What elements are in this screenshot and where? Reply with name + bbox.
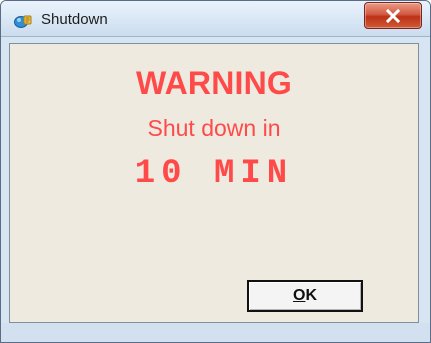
close-icon [385,9,401,23]
warning-heading: WARNING [135,65,293,101]
close-button[interactable] [364,2,422,29]
ok-button-label-rest: K [305,287,317,304]
title-bar[interactable]: Shutdown [1,1,430,37]
window-bottom-frame [1,323,430,342]
shutdown-dialog-window: Shutdown WARNING Shut down in 10 MIN OK [0,0,431,343]
shutdown-app-icon [14,15,32,28]
shutdown-message: Shut down in [147,115,281,141]
ok-button[interactable]: OK [247,280,363,312]
ok-button-mnemonic: O [292,287,306,304]
window-title: Shutdown [41,11,108,28]
dialog-content: WARNING Shut down in 10 MIN OK [9,43,419,323]
shutdown-countdown: 10 MIN [134,155,294,193]
